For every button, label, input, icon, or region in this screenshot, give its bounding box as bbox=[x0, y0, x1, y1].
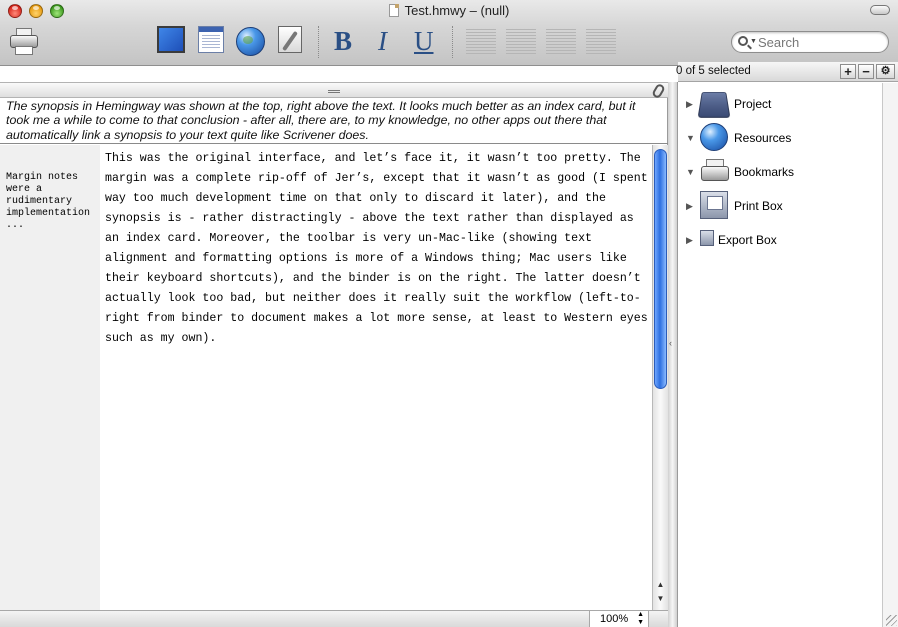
disclosure-triangle-icon[interactable]: ▶ bbox=[686, 201, 693, 212]
synopsis-text[interactable]: The synopsis in Hemingway was shown at t… bbox=[0, 98, 668, 144]
binder-item-resources[interactable]: ▼ Resources bbox=[678, 121, 883, 155]
window-titlebar: Test.hmwy – (null) B I U ▼ bbox=[0, 0, 898, 66]
stepper-arrows-icon[interactable]: ▲ ▼ bbox=[637, 611, 644, 627]
binder-item-label: Project bbox=[734, 97, 772, 111]
binder-outline[interactable]: ▶ Project ▼ Resources ▼ Bookmarks ▶ Prin… bbox=[678, 83, 883, 627]
collapse-handle-icon[interactable]: ‹ bbox=[669, 338, 672, 348]
zoom-select[interactable]: 100% ▲ ▼ bbox=[589, 611, 649, 627]
binder-item-label: Resources bbox=[734, 131, 792, 145]
binder-item-project[interactable]: ▶ Project bbox=[678, 87, 883, 121]
editor-pane: The synopsis in Hemingway was shown at t… bbox=[0, 82, 668, 627]
zoom-value: 100% bbox=[600, 613, 629, 625]
toolbar-separator bbox=[452, 26, 453, 58]
editor-status-bar: 100% ▲ ▼ bbox=[0, 610, 668, 627]
editor-scrollbar[interactable]: ▲ ▼ bbox=[652, 145, 668, 610]
snapshot-icon[interactable] bbox=[276, 26, 306, 56]
scroll-down-arrow-icon[interactable]: ▼ bbox=[655, 593, 666, 605]
print-box-icon bbox=[700, 191, 728, 219]
disclosure-triangle-icon[interactable]: ▶ bbox=[686, 235, 693, 246]
scrollbar-thumb[interactable] bbox=[654, 149, 667, 389]
binder-item-bookmarks[interactable]: ▼ Bookmarks bbox=[678, 155, 883, 189]
binder-item-export-box[interactable]: ▶ Export Box bbox=[678, 223, 883, 257]
synopsis-resize-grip[interactable] bbox=[328, 90, 340, 93]
search-field[interactable]: ▼ bbox=[731, 31, 889, 53]
fullscreen-icon[interactable] bbox=[157, 26, 187, 56]
export-box-icon bbox=[700, 230, 714, 246]
search-icon bbox=[738, 36, 748, 46]
globe-icon bbox=[700, 123, 728, 151]
window-title: Test.hmwy – (null) bbox=[0, 3, 898, 18]
selection-count: 0 of 5 selected bbox=[676, 65, 751, 77]
binder-scrollbar[interactable] bbox=[883, 83, 898, 627]
margin-note[interactable]: Margin notes were a rudimentary implemen… bbox=[6, 172, 98, 232]
margin-notes-column[interactable]: Margin notes were a rudimentary implemen… bbox=[0, 145, 100, 610]
disclosure-triangle-icon[interactable]: ▶ bbox=[686, 99, 693, 110]
resize-grip-icon[interactable] bbox=[886, 615, 897, 626]
binder-item-label: Print Box bbox=[734, 199, 783, 213]
disclosure-triangle-icon[interactable]: ▼ bbox=[686, 167, 695, 177]
underline-button[interactable]: U bbox=[414, 26, 434, 57]
project-icon bbox=[697, 91, 731, 118]
disclosure-triangle-icon[interactable]: ▼ bbox=[686, 133, 695, 143]
binder-item-label: Bookmarks bbox=[734, 165, 795, 179]
synopsis-header bbox=[0, 82, 668, 100]
paperclip-icon[interactable] bbox=[651, 82, 666, 100]
toolbar-separator bbox=[318, 26, 319, 58]
align-justify-icon[interactable] bbox=[586, 29, 616, 56]
search-options-icon[interactable]: ▼ bbox=[750, 38, 757, 45]
notecard-icon[interactable] bbox=[197, 26, 227, 56]
window-title-text: Test.hmwy – (null) bbox=[404, 3, 510, 18]
remove-item-button[interactable]: − bbox=[858, 64, 874, 79]
toolbar-toggle-button[interactable] bbox=[870, 5, 890, 15]
document-proxy-icon[interactable] bbox=[388, 4, 399, 17]
scroll-up-arrow-icon[interactable]: ▲ bbox=[655, 579, 666, 591]
split-view-divider[interactable]: ‹ bbox=[668, 82, 678, 627]
globe-icon[interactable] bbox=[236, 27, 265, 56]
italic-button[interactable]: I bbox=[378, 26, 387, 57]
align-left-icon[interactable] bbox=[466, 29, 496, 56]
bold-button[interactable]: B bbox=[334, 26, 352, 57]
printer-icon bbox=[700, 157, 729, 185]
document-text[interactable]: This was the original interface, and let… bbox=[100, 145, 652, 610]
add-item-button[interactable]: + bbox=[840, 64, 856, 79]
search-input[interactable] bbox=[758, 34, 882, 50]
align-center-icon[interactable] bbox=[506, 29, 536, 56]
binder-header: 0 of 5 selected + − ⚙ bbox=[676, 62, 898, 82]
printer-icon[interactable] bbox=[9, 28, 39, 56]
binder-panel: 0 of 5 selected + − ⚙ ▶ Project ▼ Resour… bbox=[676, 62, 898, 627]
binder-item-print-box[interactable]: ▶ Print Box bbox=[678, 189, 883, 223]
binder-item-label: Export Box bbox=[718, 233, 777, 247]
align-right-icon[interactable] bbox=[546, 29, 576, 56]
gear-icon[interactable]: ⚙ bbox=[876, 64, 895, 79]
